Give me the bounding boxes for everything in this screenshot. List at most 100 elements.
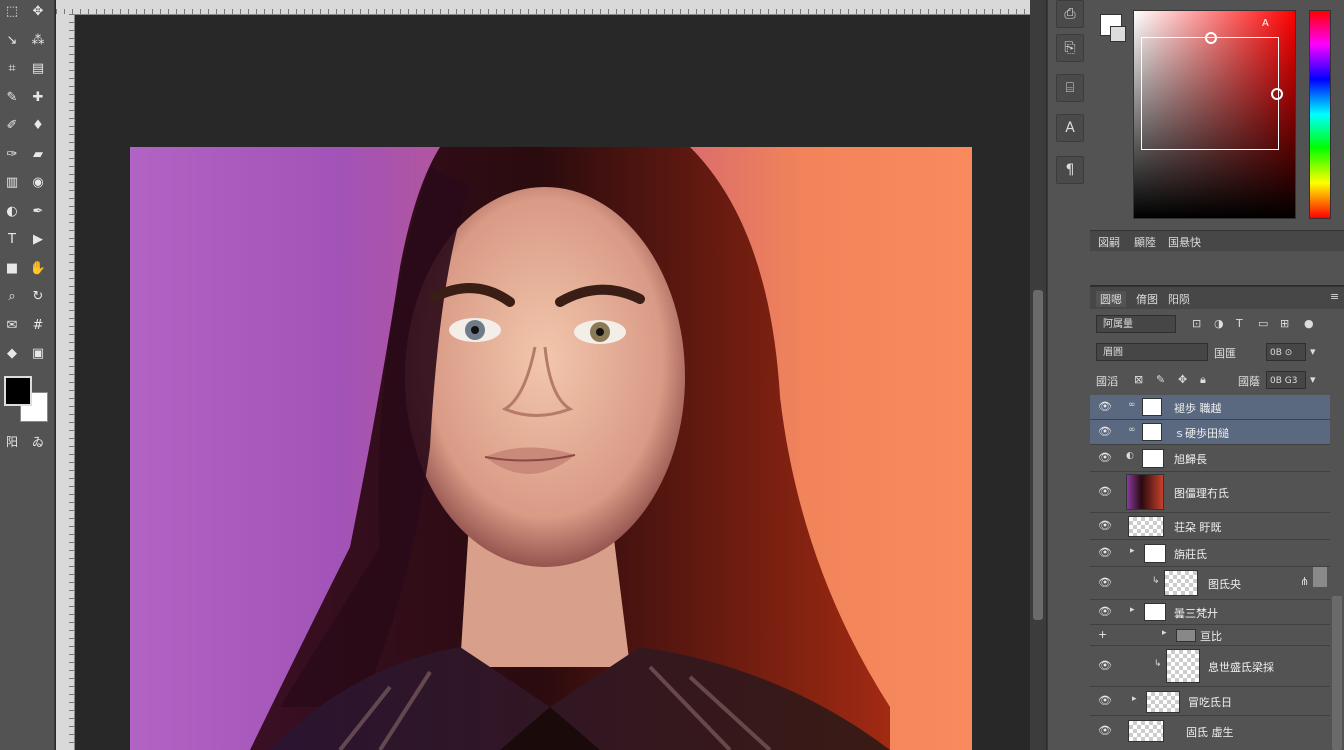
layer-group-row[interactable]: 👁︎ ▸ 曇三梵廾: [1090, 600, 1330, 625]
pen-icon[interactable]: ✒: [28, 202, 48, 222]
filter-type-icon[interactable]: T: [1236, 317, 1243, 330]
note-icon[interactable]: ✉: [2, 316, 22, 336]
frame-icon[interactable]: ▣: [28, 344, 48, 364]
lock-position-icon[interactable]: ✥: [1178, 373, 1187, 386]
crop-icon[interactable]: ⌗: [2, 59, 22, 79]
visibility-eye-icon[interactable]: 👁︎: [1098, 605, 1112, 618]
layer-name[interactable]: 固氐 虛生: [1186, 724, 1234, 740]
group-expand-icon[interactable]: ▸: [1132, 694, 1137, 704]
properties-panel-icon[interactable]: ⌸: [1056, 74, 1084, 102]
layer-row[interactable]: 👁︎ ▸ 冒吃氐日: [1090, 687, 1330, 716]
picker-handle-right[interactable]: [1271, 88, 1283, 100]
stamp-icon[interactable]: ♦: [28, 116, 48, 136]
healing-icon[interactable]: ✚: [28, 88, 48, 108]
lock-pixels-icon[interactable]: ✎: [1156, 373, 1165, 386]
layer-row[interactable]: 👁︎ 图僵理冇氐: [1090, 472, 1330, 513]
tab-gradients[interactable]: 国悬快: [1168, 234, 1201, 250]
filter-pixel-icon[interactable]: ⊡: [1192, 317, 1201, 330]
lock-transparency-icon[interactable]: ⊠: [1134, 373, 1143, 386]
hand-icon[interactable]: ✋: [28, 259, 48, 279]
layer-name[interactable]: 息世盛氐梁採: [1208, 659, 1274, 675]
history-panel-icon[interactable]: ⎙: [1056, 0, 1084, 28]
eraser-icon[interactable]: ▰: [28, 145, 48, 165]
layer-name[interactable]: ｓ硬歩田縋: [1174, 425, 1229, 441]
zoom-icon[interactable]: ⌕: [2, 287, 22, 307]
layer-name[interactable]: 荘朶 盱既: [1174, 519, 1222, 535]
opacity-field[interactable]: 0B ⊙: [1266, 343, 1306, 361]
brush-icon[interactable]: ✐: [2, 116, 22, 136]
fill-slider-toggle[interactable]: ▾: [1310, 373, 1316, 386]
tab-layers[interactable]: 圆嗯: [1096, 291, 1126, 307]
kind-filter-dropdown[interactable]: 阿属量: [1096, 315, 1176, 333]
layer-row[interactable]: 👁︎ ∞ ｓ硬歩田縋: [1090, 420, 1330, 445]
opacity-slider-toggle[interactable]: ▾: [1310, 345, 1316, 358]
layer-row[interactable]: 👁︎ ∞ 褪歩 職越: [1090, 395, 1330, 420]
tab-paths[interactable]: 阳陨: [1168, 291, 1190, 307]
actions-panel-icon[interactable]: ⎘: [1056, 34, 1084, 62]
layers-scrollbar-thumb[interactable]: [1332, 596, 1342, 750]
visibility-toggle[interactable]: +: [1098, 628, 1107, 641]
count-icon[interactable]: #: [28, 316, 48, 336]
layer-row[interactable]: 👁︎ 固氐 虛生: [1090, 716, 1330, 750]
layer-name[interactable]: 图氐央: [1208, 576, 1241, 592]
visibility-eye-icon[interactable]: 👁︎: [1098, 400, 1112, 413]
panel-menu-icon[interactable]: ≡: [1330, 290, 1339, 303]
filter-adjustment-icon[interactable]: ◑: [1214, 317, 1224, 330]
dodge-icon[interactable]: ◐: [2, 202, 22, 222]
hue-slider[interactable]: [1309, 10, 1331, 219]
group-expand-icon[interactable]: ▸: [1162, 628, 1167, 638]
eyedropper-icon[interactable]: ✎: [2, 88, 22, 108]
visibility-eye-icon[interactable]: 👁︎: [1098, 519, 1112, 532]
visibility-eye-icon[interactable]: 👁︎: [1098, 546, 1112, 559]
history-brush-icon[interactable]: ✑: [2, 145, 22, 165]
fill-field[interactable]: 0B G3: [1266, 371, 1306, 389]
lock-all-icon[interactable]: 🔒︎: [1200, 373, 1206, 387]
portrait-photo[interactable]: [130, 147, 972, 750]
layer-group-row[interactable]: 👁︎ ▸ 旃莊氐: [1090, 540, 1330, 567]
layer-name[interactable]: 图僵理冇氐: [1174, 485, 1229, 501]
visibility-eye-icon[interactable]: 👁︎: [1098, 425, 1112, 438]
rotate-view-icon[interactable]: ↻: [28, 287, 48, 307]
tab-color[interactable]: 図嗣: [1098, 234, 1120, 250]
visibility-eye-icon[interactable]: 👁︎: [1098, 485, 1112, 498]
filter-smart-object-icon[interactable]: ⊞: [1280, 317, 1289, 330]
path-select-icon[interactable]: ▶: [28, 230, 48, 250]
layer-row[interactable]: + ▸ 亘比: [1090, 625, 1330, 646]
layer-row[interactable]: 👁︎ ↳ 息世盛氐梁採: [1090, 646, 1330, 687]
magic-wand-icon[interactable]: ⁂: [28, 31, 48, 51]
visibility-eye-icon[interactable]: 👁︎: [1098, 576, 1112, 589]
visibility-eye-icon[interactable]: 👁︎: [1098, 694, 1112, 707]
3d-icon[interactable]: ◆: [2, 344, 22, 364]
visibility-eye-icon[interactable]: 👁︎: [1098, 451, 1112, 464]
character-panel-icon[interactable]: A: [1056, 114, 1084, 142]
canvas-scrollbar-thumb[interactable]: [1033, 290, 1043, 620]
layer-name[interactable]: 冒吃氐日: [1188, 694, 1232, 710]
layer-name[interactable]: 旭歸長: [1174, 451, 1207, 467]
layer-name[interactable]: 亘比: [1200, 628, 1222, 644]
lasso-icon[interactable]: ↘: [2, 31, 22, 51]
foreground-color-swatch[interactable]: [4, 376, 32, 406]
marquee-icon[interactable]: ⬚: [2, 2, 22, 22]
quick-mask-label[interactable]: 阳: [2, 432, 22, 452]
group-expand-icon[interactable]: ▸: [1130, 605, 1135, 615]
blur-icon[interactable]: ◉: [28, 173, 48, 193]
layer-row[interactable]: 👁︎ ◐ 旭歸長: [1090, 445, 1330, 472]
layer-name[interactable]: 旃莊氐: [1174, 546, 1207, 562]
layer-name[interactable]: 曇三梵廾: [1174, 605, 1218, 621]
blend-mode-dropdown[interactable]: 眉圓: [1096, 343, 1208, 361]
filter-shape-icon[interactable]: ▭: [1258, 317, 1268, 330]
type-icon[interactable]: T: [2, 230, 22, 250]
tab-channels[interactable]: 俼图: [1136, 291, 1158, 307]
visibility-eye-icon[interactable]: 👁︎: [1098, 659, 1112, 672]
picker-handle-top[interactable]: [1205, 32, 1217, 44]
layer-row[interactable]: 👁︎ 荘朶 盱既: [1090, 513, 1330, 540]
layer-row[interactable]: 👁︎ ↳ 图氐央 ⋔: [1090, 567, 1330, 600]
filter-toggle-icon[interactable]: ●: [1304, 317, 1314, 330]
panel-bg-swatch[interactable]: [1110, 26, 1126, 42]
shape-icon[interactable]: ■: [2, 259, 22, 279]
group-expand-icon[interactable]: ▸: [1130, 546, 1135, 556]
visibility-eye-icon[interactable]: 👁︎: [1098, 724, 1112, 737]
screen-mode-label[interactable]: ゐ: [28, 432, 48, 452]
layer-name[interactable]: 褪歩 職越: [1174, 400, 1222, 416]
tab-swatches[interactable]: 顯陸: [1134, 234, 1156, 250]
